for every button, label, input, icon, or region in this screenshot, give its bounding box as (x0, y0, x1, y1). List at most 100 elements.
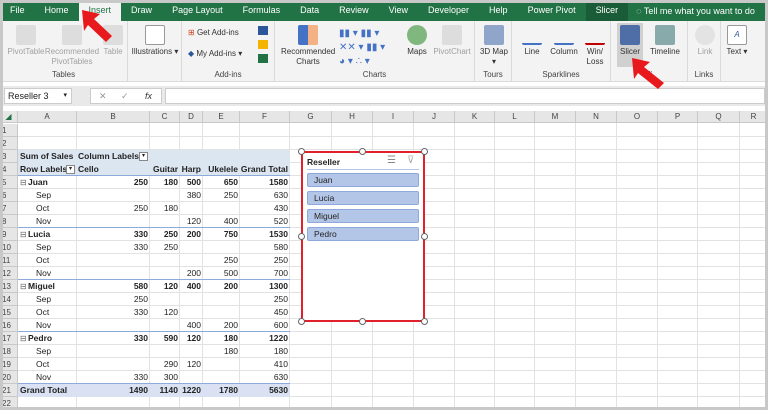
slicer-item-miguel[interactable]: Miguel (307, 209, 419, 223)
bing-icon[interactable] (258, 40, 268, 49)
pivotchart-button[interactable]: PivotChart (431, 25, 473, 57)
enter-icon[interactable]: ✓ (121, 89, 129, 103)
pivot-row-group[interactable]: Miguel (28, 280, 55, 293)
slicer-item-pedro[interactable]: Pedro (307, 227, 419, 241)
tab-view[interactable]: View (379, 0, 418, 21)
tab-power-pivot[interactable]: Power Pivot (518, 0, 586, 21)
pivot-value[interactable]: 430 (230, 202, 288, 215)
row-header-14[interactable]: 14 (0, 292, 18, 306)
pivot-value[interactable]: 450 (230, 306, 288, 319)
pivot-value[interactable]: 180 (120, 202, 178, 215)
row-filter-dropdown[interactable]: ▾ (66, 164, 75, 174)
pivot-value[interactable]: 1530 (230, 228, 288, 241)
sparkline-winloss-button[interactable]: Win/ Loss (582, 25, 608, 67)
collapse-icon[interactable]: ⊟ (20, 176, 27, 189)
pivot-value[interactable]: 1300 (230, 280, 288, 293)
formula-input[interactable] (165, 88, 765, 104)
pivot-row-group[interactable]: Lucia (28, 228, 50, 241)
collapse-icon[interactable]: ⊟ (20, 280, 27, 293)
grand-total-label[interactable]: Grand Total (20, 384, 67, 397)
column-header-O[interactable]: O (617, 111, 658, 123)
pivot-row-item[interactable]: Sep (36, 189, 51, 202)
pivot-row-item[interactable]: Sep (36, 241, 51, 254)
tab-slicer[interactable]: Slicer (585, 0, 629, 21)
row-header-22[interactable]: 22 (0, 396, 18, 410)
pivot-value[interactable]: 180 (230, 345, 288, 358)
tab-help[interactable]: Help (479, 0, 518, 21)
pivot-row-group[interactable]: Pedro (28, 332, 52, 345)
pivot-value[interactable]: 1220 (230, 332, 288, 345)
resize-handle[interactable] (421, 318, 428, 325)
column-header-R[interactable]: R (740, 111, 768, 123)
column-header-I[interactable]: I (373, 111, 414, 123)
tab-formulas[interactable]: Formulas (233, 0, 291, 21)
pivot-value[interactable]: 250 (90, 293, 148, 306)
row-header-16[interactable]: 16 (0, 318, 18, 332)
tab-draw[interactable]: Draw (121, 0, 162, 21)
row-header-2[interactable]: 2 (0, 136, 18, 150)
resize-handle[interactable] (421, 233, 428, 240)
row-header-21[interactable]: 21 (0, 383, 18, 397)
pivot-row-item[interactable]: Oct (36, 254, 49, 267)
multi-select-icon[interactable]: ☰ (387, 155, 396, 166)
grand-total-value[interactable]: 5630 (230, 384, 288, 397)
pivot-row-item[interactable]: Oct (36, 306, 49, 319)
pivottable-button[interactable]: PivotTable (4, 25, 48, 57)
row-header-9[interactable]: 9 (0, 227, 18, 241)
column-header-D[interactable]: D (180, 111, 203, 123)
row-header-7[interactable]: 7 (0, 201, 18, 215)
link-button[interactable]: Link (692, 25, 718, 57)
pivot-value[interactable]: 250 (120, 241, 178, 254)
slicer-item-juan[interactable]: Juan (307, 173, 419, 187)
pivot-row-item[interactable]: Oct (36, 358, 49, 371)
collapse-icon[interactable]: ⊟ (20, 228, 27, 241)
row-header-19[interactable]: 19 (0, 357, 18, 371)
sparkline-column-button[interactable]: Column (548, 25, 580, 57)
column-header-E[interactable]: E (203, 111, 240, 123)
insert-function-icon[interactable]: fx (145, 89, 152, 103)
tab-developer[interactable]: Developer (418, 0, 479, 21)
pivot-value[interactable]: 580 (230, 241, 288, 254)
tab-data[interactable]: Data (290, 0, 329, 21)
row-header-1[interactable]: 1 (0, 123, 18, 137)
sparkline-line-button[interactable]: Line (518, 25, 546, 57)
resize-handle[interactable] (298, 318, 305, 325)
row-header-5[interactable]: 5 (0, 175, 18, 189)
row-header-13[interactable]: 13 (0, 279, 18, 293)
select-all-button[interactable]: ◢ (0, 111, 18, 123)
column-labels[interactable]: Column Labels (78, 150, 139, 163)
resize-handle[interactable] (298, 148, 305, 155)
text-button[interactable]: A Text ▾ (724, 25, 750, 57)
row-header-6[interactable]: 6 (0, 188, 18, 202)
column-header-P[interactable]: P (658, 111, 698, 123)
column-header-M[interactable]: M (535, 111, 576, 123)
get-addins-button[interactable]: ⊞ Get Add-ins (188, 28, 239, 38)
row-header-17[interactable]: 17 (0, 331, 18, 345)
pivot-value[interactable]: 1580 (230, 176, 288, 189)
pivot-row-item[interactable]: Sep (36, 293, 51, 306)
row-header-11[interactable]: 11 (0, 253, 18, 267)
tab-file[interactable]: File (0, 0, 35, 21)
column-header-A[interactable]: A (18, 111, 77, 123)
collapse-icon[interactable]: ⊟ (20, 332, 27, 345)
pivot-row-item[interactable]: Sep (36, 345, 51, 358)
resize-handle[interactable] (359, 148, 366, 155)
maps-button[interactable]: Maps (403, 25, 431, 57)
column-header-Q[interactable]: Q (698, 111, 740, 123)
pivot-value[interactable]: 120 (143, 358, 201, 371)
tell-me-search[interactable]: ◌ Tell me what you want to do (636, 6, 755, 16)
pivot-value[interactable]: 120 (120, 306, 178, 319)
column-header-C[interactable]: C (150, 111, 180, 123)
slicer-reseller[interactable]: Reseller ☰ ⊽ Juan Lucia Miguel Pedro (301, 151, 425, 322)
row-header-3[interactable]: 3 (0, 149, 18, 163)
column-header-J[interactable]: J (414, 111, 455, 123)
pivot-value[interactable]: 250 (230, 293, 288, 306)
tab-page-layout[interactable]: Page Layout (162, 0, 233, 21)
row-header-20[interactable]: 20 (0, 370, 18, 384)
resize-handle[interactable] (421, 148, 428, 155)
timeline-button[interactable]: Timeline (645, 25, 685, 57)
pivot-row-item[interactable]: Oct (36, 202, 49, 215)
row-header-12[interactable]: 12 (0, 266, 18, 280)
illustrations-button[interactable]: Illustrations ▾ (130, 25, 180, 57)
column-header-F[interactable]: F (240, 111, 290, 123)
